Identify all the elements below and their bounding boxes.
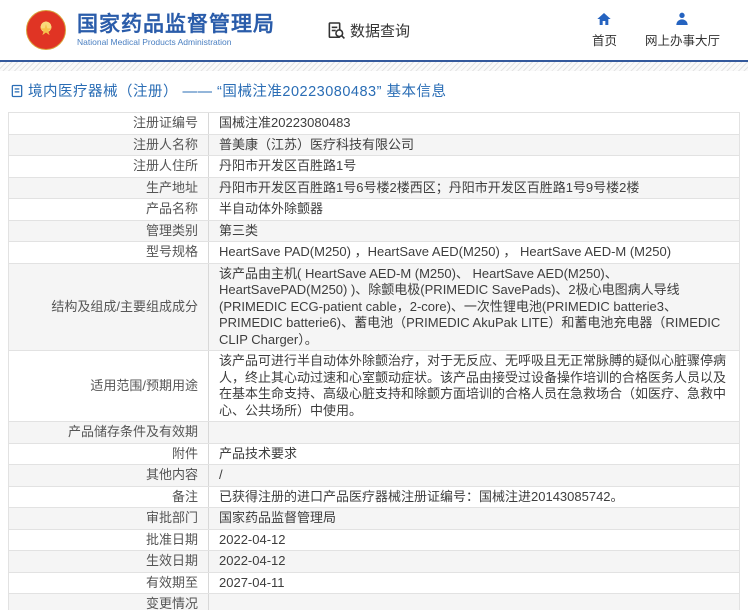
breadcrumb: 境内医疗器械（注册） —— “国械注准20223080483” 基本信息 (0, 71, 748, 110)
row-value: 该产品由主机( HeartSave AED-M (M250)、 HeartSav… (209, 264, 739, 351)
row-label-cell: 变更情况 (9, 594, 209, 610)
nav-item-home[interactable]: 首页 (592, 11, 617, 49)
table-row: 注册人名称 普美康（江苏）医疗科技有限公司 (9, 135, 739, 157)
row-label: 有效期至 (146, 575, 198, 592)
nav-home-label: 首页 (592, 30, 617, 49)
row-value: 国家药品监督管理局 (209, 508, 739, 529)
table-row: 其他内容 / (9, 465, 739, 487)
row-value: 丹阳市开发区百胜路1号6号楼2楼西区；丹阳市开发区百胜路1号9号楼2楼 (209, 178, 739, 199)
page-icon (10, 84, 24, 98)
row-value: 丹阳市开发区百胜路1号 (209, 156, 739, 177)
row-label: 审批部门 (146, 510, 198, 527)
row-value (209, 422, 739, 443)
row-label-cell: 产品储存条件及有效期 (9, 422, 209, 443)
row-label: 其他内容 (146, 467, 198, 484)
row-value: 2022-04-12 (209, 551, 739, 572)
org-name-cn: 国家药品监督管理局 (77, 13, 275, 37)
table-row: 型号规格 HeartSave PAD(M250) ，HeartSave AED(… (9, 242, 739, 264)
site-header: ★ 国家药品监督管理局 National Medical Products Ad… (0, 0, 748, 60)
org-title-block: 国家药品监督管理局 National Medical Products Admi… (77, 13, 275, 48)
row-label: 附件 (172, 446, 198, 463)
row-label-cell: 生效日期 (9, 551, 209, 572)
nav-service-hall-label: 网上办事大厅 (645, 30, 720, 49)
row-label: 产品名称 (146, 201, 198, 218)
row-label-cell: 有效期至 (9, 573, 209, 594)
row-label-cell: 注册人名称 (9, 135, 209, 156)
table-row: 有效期至 2027-04-11 (9, 573, 739, 595)
row-label: 生效日期 (146, 553, 198, 570)
row-value: HeartSave PAD(M250) ，HeartSave AED(M250)… (209, 242, 739, 263)
breadcrumb-text: 境内医疗器械（注册） —— “国械注准20223080483” 基本信息 (28, 80, 446, 101)
table-row: 管理类别 第三类 (9, 221, 739, 243)
row-label: 注册证编号 (133, 115, 198, 132)
table-row: 批准日期 2022-04-12 (9, 530, 739, 552)
table-row: 附件 产品技术要求 (9, 444, 739, 466)
table-row: 注册人住所 丹阳市开发区百胜路1号 (9, 156, 739, 178)
row-label: 变更情况 (146, 596, 198, 610)
row-label: 管理类别 (146, 223, 198, 240)
data-query-nav[interactable]: 数据查询 (327, 20, 410, 41)
table-row: 审批部门 国家药品监督管理局 (9, 508, 739, 530)
row-label-cell: 注册人住所 (9, 156, 209, 177)
row-label: 型号规格 (146, 244, 198, 261)
row-value: 国械注准20223080483 (209, 113, 739, 134)
hatched-strip (0, 62, 748, 71)
row-value: 2027-04-11 (209, 573, 739, 594)
row-value (209, 594, 739, 610)
row-label-cell: 产品名称 (9, 199, 209, 220)
national-emblem-logo: ★ (26, 10, 66, 50)
row-label-cell: 适用范围/预期用途 (9, 351, 209, 421)
info-table-body: 注册证编号 国械注准20223080483 注册人名称 普美康（江苏）医疗科技有… (9, 113, 739, 610)
nav-item-service-hall[interactable]: 网上办事大厅 (645, 11, 720, 49)
info-table: 注册证编号 国械注准20223080483 注册人名称 普美康（江苏）医疗科技有… (8, 112, 740, 610)
row-label: 备注 (172, 489, 198, 506)
document-search-icon (327, 21, 346, 40)
row-label: 产品储存条件及有效期 (68, 424, 198, 441)
row-label-cell: 审批部门 (9, 508, 209, 529)
row-value: 产品技术要求 (209, 444, 739, 465)
row-label-cell: 结构及组成/主要组成成分 (9, 264, 209, 351)
row-value: 已获得注册的进口产品医疗器械注册证编号：国械注进20143085742。 (209, 487, 739, 508)
table-row: 结构及组成/主要组成成分 该产品由主机( HeartSave AED-M (M2… (9, 264, 739, 352)
row-value: 普美康（江苏）医疗科技有限公司 (209, 135, 739, 156)
row-value: / (209, 465, 739, 486)
row-label-cell: 生产地址 (9, 178, 209, 199)
row-value: 半自动体外除颤器 (209, 199, 739, 220)
org-name-en: National Medical Products Administration (77, 37, 275, 48)
row-label: 注册人住所 (133, 158, 198, 175)
row-label: 生产地址 (146, 180, 198, 197)
row-value: 该产品可进行半自动体外除颤治疗，对于无反应、无呼吸且无正常脉膊的疑似心脏骤停病人… (209, 351, 739, 421)
table-row: 生效日期 2022-04-12 (9, 551, 739, 573)
row-label-cell: 管理类别 (9, 221, 209, 242)
table-row: 产品名称 半自动体外除颤器 (9, 199, 739, 221)
row-value: 2022-04-12 (209, 530, 739, 551)
table-row: 产品储存条件及有效期 (9, 422, 739, 444)
table-row: 注册证编号 国械注准20223080483 (9, 113, 739, 135)
user-icon (674, 11, 690, 27)
row-label-cell: 注册证编号 (9, 113, 209, 134)
data-query-label: 数据查询 (350, 20, 410, 41)
row-label-cell: 备注 (9, 487, 209, 508)
row-label-cell: 批准日期 (9, 530, 209, 551)
row-value: 第三类 (209, 221, 739, 242)
table-row: 生产地址 丹阳市开发区百胜路1号6号楼2楼西区；丹阳市开发区百胜路1号9号楼2楼 (9, 178, 739, 200)
table-row: 变更情况 (9, 594, 739, 610)
row-label-cell: 附件 (9, 444, 209, 465)
row-label: 适用范围/预期用途 (90, 378, 198, 395)
top-nav: 首页 网上办事大厅 (592, 11, 720, 49)
row-label: 注册人名称 (133, 137, 198, 154)
row-label-cell: 型号规格 (9, 242, 209, 263)
home-icon (596, 11, 612, 27)
table-row: 备注 已获得注册的进口产品医疗器械注册证编号：国械注进20143085742。 (9, 487, 739, 509)
table-row: 适用范围/预期用途 该产品可进行半自动体外除颤治疗，对于无反应、无呼吸且无正常脉… (9, 351, 739, 422)
row-label: 结构及组成/主要组成成分 (51, 299, 198, 316)
row-label: 批准日期 (146, 532, 198, 549)
row-label-cell: 其他内容 (9, 465, 209, 486)
